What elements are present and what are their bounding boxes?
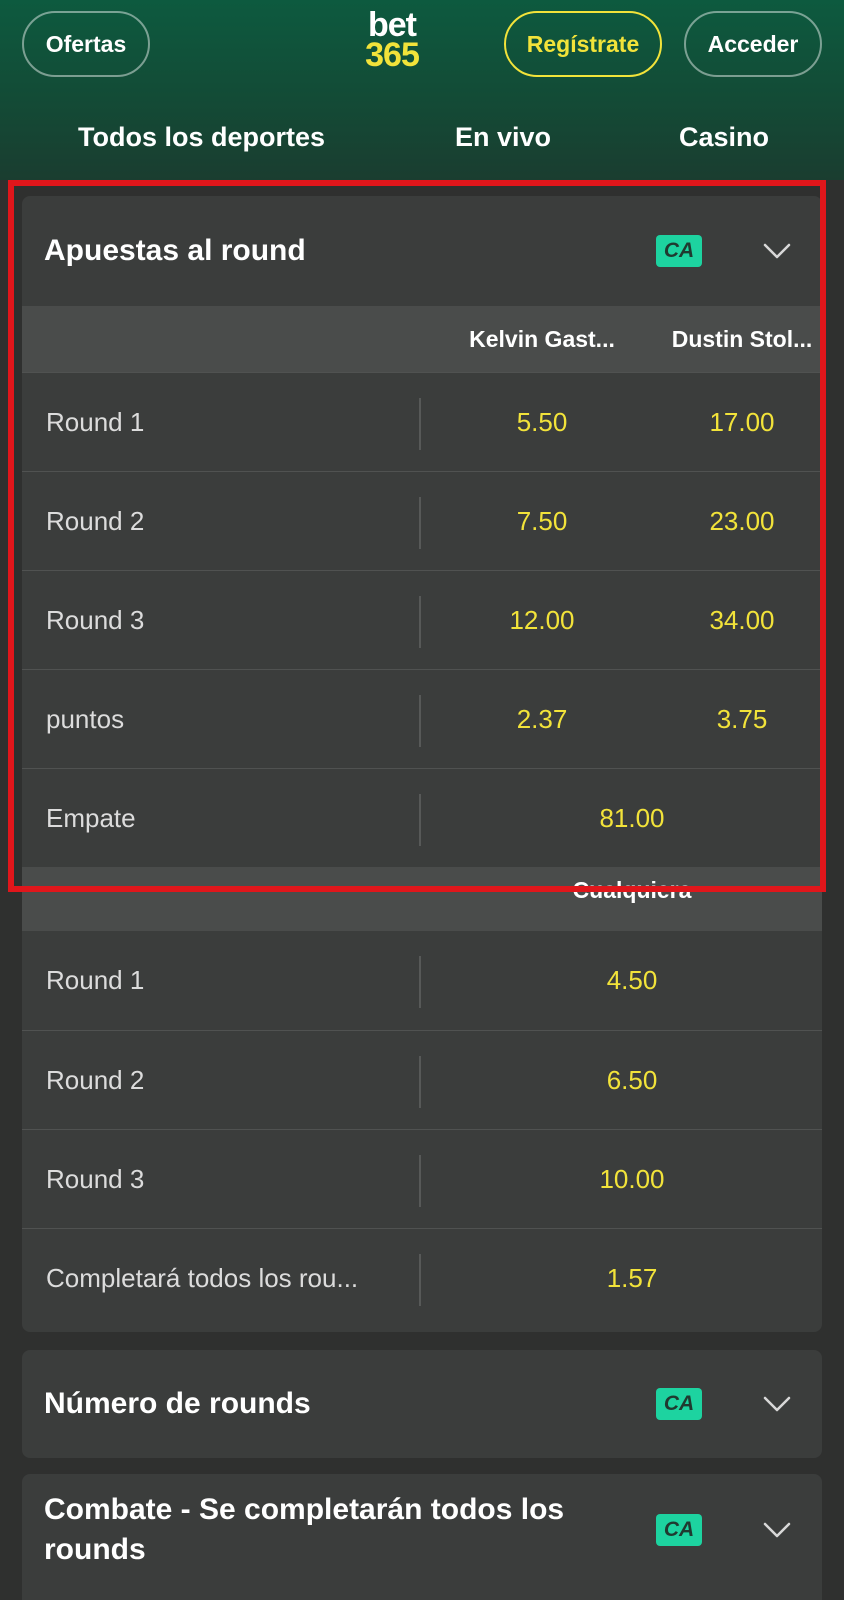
divider xyxy=(419,1254,421,1306)
offers-button[interactable]: Ofertas xyxy=(22,11,150,77)
round-bets-card: Apuestas al round CA Kelvin Gast... Dust… xyxy=(22,196,822,1332)
chevron-down-icon[interactable] xyxy=(762,1389,792,1419)
row-label: Round 1 xyxy=(46,965,145,995)
row-label: Empate xyxy=(46,803,136,833)
table-row: Empate 81.00 xyxy=(22,768,822,867)
market-title: Número de rounds xyxy=(44,1387,311,1420)
divider xyxy=(419,497,421,549)
column-header: Kelvin Gast... Dustin Stol... xyxy=(22,306,822,372)
column-any: Cualquiera xyxy=(572,877,692,903)
row-label: Completará todos los rou... xyxy=(46,1263,359,1293)
divider xyxy=(419,695,421,747)
table-row: Completará todos los rou... 1.57 xyxy=(22,1228,822,1327)
round-bets-header[interactable]: Apuestas al round CA xyxy=(22,196,822,306)
divider xyxy=(419,956,421,1008)
table-row: Round 3 10.00 xyxy=(22,1129,822,1228)
odds-button[interactable]: 12.00 xyxy=(442,571,642,670)
odds-button[interactable]: 4.50 xyxy=(442,931,822,1030)
table-row: Round 2 7.50 23.00 xyxy=(22,471,822,570)
divider xyxy=(419,1056,421,1108)
row-label: puntos xyxy=(46,704,125,734)
odds-button[interactable]: 2.37 xyxy=(442,670,642,769)
column-header: Cualquiera xyxy=(22,867,822,931)
table-row: Round 2 6.50 xyxy=(22,1030,822,1129)
odds-button[interactable]: 1.57 xyxy=(442,1229,822,1328)
row-label: Round 1 xyxy=(46,407,145,437)
column-fighter-2: Dustin Stol... xyxy=(671,326,813,352)
market-header[interactable]: Número de rounds CA xyxy=(22,1350,822,1458)
number-of-rounds-card[interactable]: Número de rounds CA xyxy=(22,1350,822,1458)
divider xyxy=(419,398,421,450)
nav-live[interactable]: En vivo xyxy=(455,122,551,153)
chevron-down-icon[interactable] xyxy=(762,236,792,266)
odds-button[interactable]: 23.00 xyxy=(642,472,822,571)
odds-button[interactable]: 5.50 xyxy=(442,373,642,472)
odds-button[interactable]: 34.00 xyxy=(642,571,822,670)
table-row: Round 1 5.50 17.00 xyxy=(22,372,822,471)
odds-button[interactable]: 7.50 xyxy=(442,472,642,571)
ca-badge: CA xyxy=(656,235,702,267)
column-fighter-1: Kelvin Gast... xyxy=(469,326,615,352)
odds-button[interactable]: 3.75 xyxy=(642,670,822,769)
bet365-logo[interactable]: bet 365 xyxy=(356,8,428,74)
market-title: Combate - Se completarán todos los round… xyxy=(44,1493,565,1566)
table-row: Round 3 12.00 34.00 xyxy=(22,570,822,669)
nav-all-sports[interactable]: Todos los deportes xyxy=(78,122,325,153)
row-label: Round 2 xyxy=(46,506,145,536)
market-header[interactable]: Combate - Se completarán todos los round… xyxy=(22,1474,822,1586)
login-button[interactable]: Acceder xyxy=(684,11,822,77)
fight-all-rounds-card[interactable]: Combate - Se completarán todos los round… xyxy=(22,1474,822,1600)
table-row: puntos 2.37 3.75 xyxy=(22,669,822,768)
odds-button[interactable]: 10.00 xyxy=(442,1130,822,1229)
table-row: Round 1 4.50 xyxy=(22,931,822,1030)
row-label: Round 3 xyxy=(46,1164,145,1194)
top-header: Ofertas bet 365 Regístrate Acceder Todos… xyxy=(0,0,844,180)
market-title: Apuestas al round xyxy=(44,234,306,267)
divider xyxy=(419,1155,421,1207)
row-label: Round 2 xyxy=(46,1065,145,1095)
ca-badge: CA xyxy=(656,1514,702,1546)
ca-badge: CA xyxy=(656,1388,702,1420)
chevron-down-icon[interactable] xyxy=(762,1515,792,1545)
register-button[interactable]: Regístrate xyxy=(504,11,662,77)
divider xyxy=(419,596,421,648)
odds-button[interactable]: 17.00 xyxy=(642,373,822,472)
odds-button[interactable]: 81.00 xyxy=(442,769,822,868)
nav-casino[interactable]: Casino xyxy=(679,122,769,153)
odds-button[interactable]: 6.50 xyxy=(442,1031,822,1130)
logo-text-bottom: 365 xyxy=(365,36,420,74)
divider xyxy=(419,794,421,846)
row-label: Round 3 xyxy=(46,605,145,635)
